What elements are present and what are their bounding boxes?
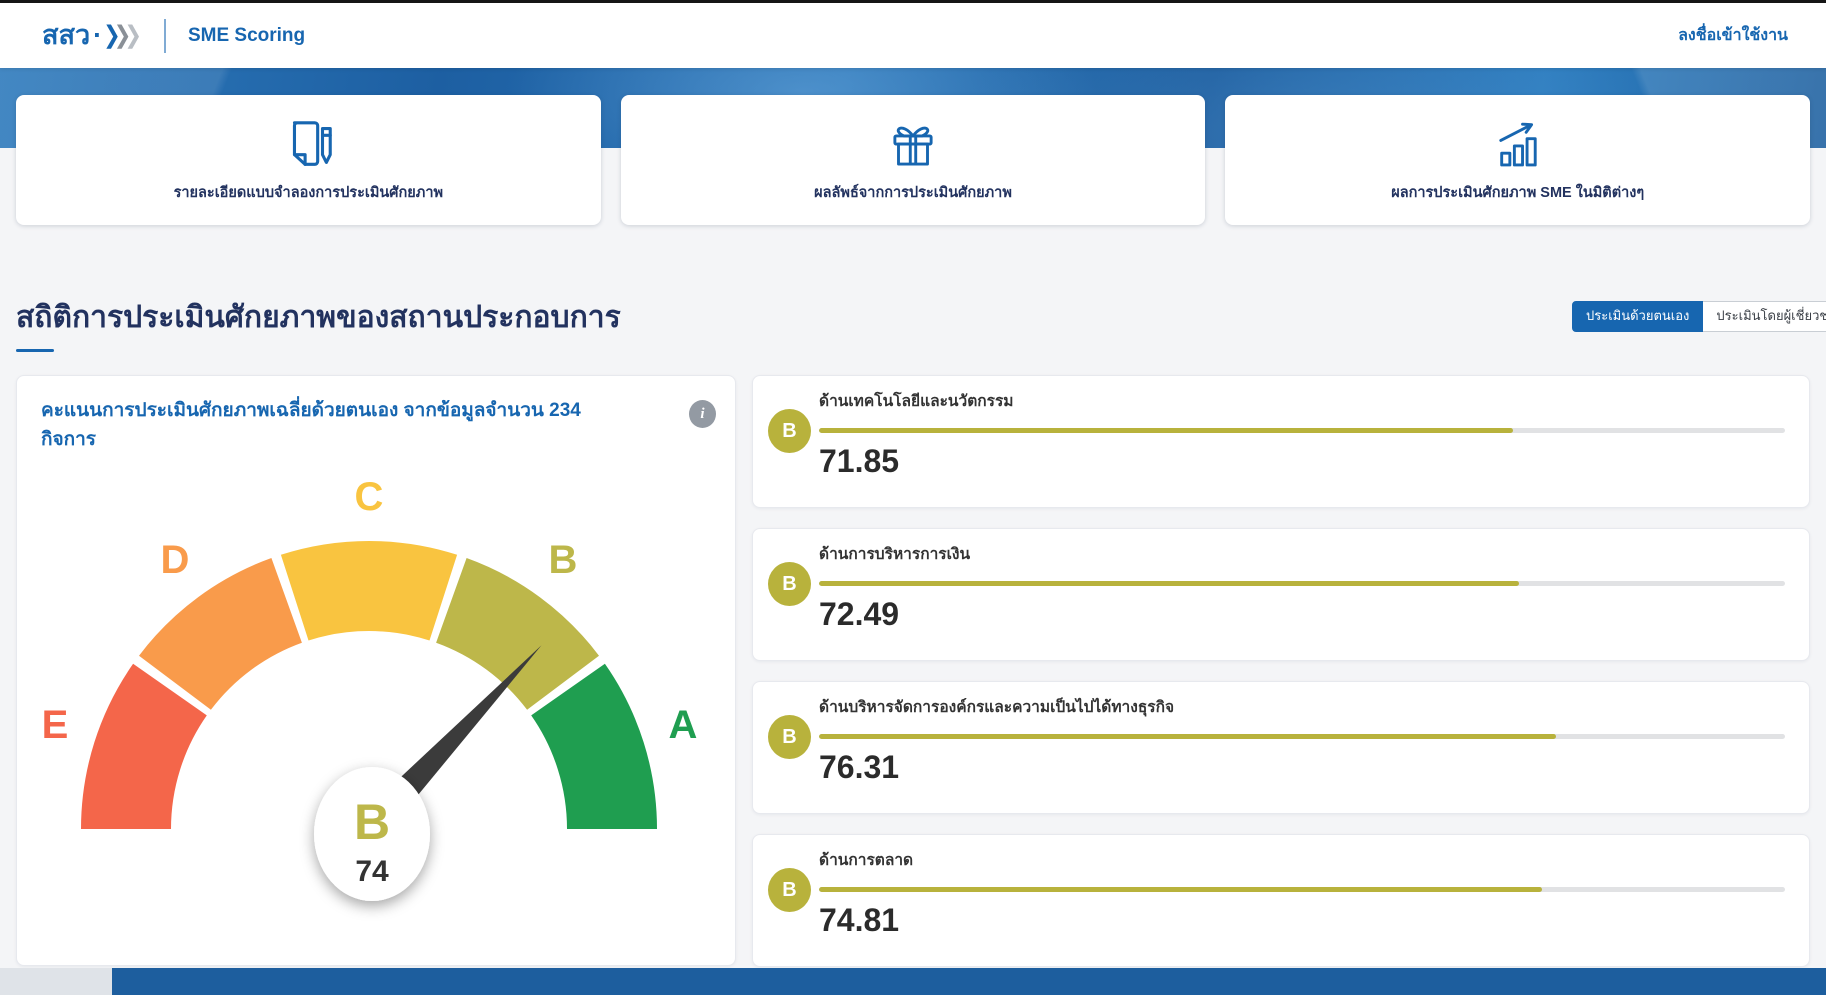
score-progress-track xyxy=(819,734,1785,739)
nav-card-assessment-results[interactable]: ผลลัพธ์จากการประเมินศักยภาพ xyxy=(621,95,1206,225)
score-progress-fill xyxy=(819,428,1513,433)
logo-chevron-icon: ❯ xyxy=(124,23,142,47)
nav-card-model-details[interactable]: รายละเอียดแบบจำลองการประเมินศักยภาพ xyxy=(16,95,601,225)
score-progress-track xyxy=(819,581,1785,586)
score-card: B ด้านเทคโนโลยีและนวัตกรรม 71.85 xyxy=(752,375,1810,508)
score-progress-fill xyxy=(819,734,1556,739)
app-title: SME Scoring xyxy=(188,25,305,47)
gauge-center-grade: B xyxy=(354,794,390,850)
osmep-logo[interactable]: สสว · ❯ ❯ ❯ xyxy=(42,22,142,49)
score-label: ด้านการบริหารการเงิน xyxy=(819,544,1785,566)
document-pencil-icon xyxy=(279,116,337,174)
logo-text: สสว xyxy=(42,22,90,49)
section-title-underline xyxy=(16,349,54,352)
grade-gauge-chart: B 74 xyxy=(69,529,669,949)
grade-badge: B xyxy=(768,409,811,453)
score-card-list: B ด้านเทคโนโลยีและนวัตกรรม 71.85 B ด้านก… xyxy=(752,375,1810,967)
score-card: B ด้านการตลาด 74.81 xyxy=(752,834,1810,967)
nav-card-row: รายละเอียดแบบจำลองการประเมินศักยภาพ ผลลั… xyxy=(16,95,1810,225)
grade-badge: B xyxy=(768,715,811,759)
toggle-self-assessment[interactable]: ประเมินด้วยตนเอง xyxy=(1572,301,1703,332)
grade-badge: B xyxy=(768,868,811,912)
footer-gap xyxy=(0,968,112,995)
score-label: ด้านบริหารจัดการองค์กรและความเป็นไปได้ทา… xyxy=(819,697,1785,719)
bar-chart-growth-icon xyxy=(1489,116,1547,174)
gauge-scale-label: C xyxy=(339,473,399,521)
score-label: ด้านเทคโนโลยีและนวัตกรรม xyxy=(819,391,1785,413)
score-label: ด้านการตลาด xyxy=(819,850,1785,872)
header: สสว · ❯ ❯ ❯ SME Scoring ลงชื่อเข้าใช้งาน xyxy=(0,3,1826,68)
score-card-body: ด้านบริหารจัดการองค์กรและความเป็นไปได้ทา… xyxy=(753,682,1809,787)
nav-card-label: รายละเอียดแบบจำลองการประเมินศักยภาพ xyxy=(174,183,443,205)
footer-strip xyxy=(0,968,1826,995)
gauge-panel: คะแนนการประเมินศักยภาพเฉลี่ยด้วยตนเอง จา… xyxy=(16,375,736,966)
score-card: B ด้านการบริหารการเงิน 72.49 xyxy=(752,528,1810,661)
toggle-expert-assessment[interactable]: ประเมินโดยผู้เชี่ยวชาญ xyxy=(1703,301,1826,332)
signin-link[interactable]: ลงชื่อเข้าใช้งาน xyxy=(1678,23,1788,48)
score-value: 72.49 xyxy=(819,595,1785,633)
header-divider xyxy=(164,19,166,53)
score-card-body: ด้านเทคโนโลยีและนวัตกรรม 71.85 xyxy=(753,376,1809,481)
gift-icon xyxy=(884,116,942,174)
nav-card-sme-dimensions[interactable]: ผลการประเมินศักยภาพ SME ในมิติต่างๆ xyxy=(1225,95,1810,225)
gauge-panel-title: คะแนนการประเมินศักยภาพเฉลี่ยด้วยตนเอง จา… xyxy=(41,397,601,454)
score-progress-fill xyxy=(819,887,1542,892)
score-progress-track xyxy=(819,428,1785,433)
grade-badge: B xyxy=(768,562,811,606)
score-progress-track xyxy=(819,887,1785,892)
logo-dot: · xyxy=(93,22,102,49)
nav-card-label: ผลลัพธ์จากการประเมินศักยภาพ xyxy=(814,183,1012,205)
score-card-body: ด้านการบริหารการเงิน 72.49 xyxy=(753,529,1809,634)
section-title: สถิติการประเมินศักยภาพของสถานประกอบการ xyxy=(16,298,621,339)
nav-card-label: ผลการประเมินศักยภาพ SME ในมิติต่างๆ xyxy=(1391,183,1644,205)
score-card: B ด้านบริหารจัดการองค์กรและความเป็นไปได้… xyxy=(752,681,1810,814)
score-value: 76.31 xyxy=(819,748,1785,786)
window-top-strip xyxy=(0,0,1826,3)
gauge-center-value: 74 xyxy=(355,855,389,888)
score-progress-fill xyxy=(819,581,1519,586)
info-circle-icon[interactable]: i xyxy=(689,400,716,428)
score-value: 74.81 xyxy=(819,901,1785,939)
score-card-body: ด้านการตลาด 74.81 xyxy=(753,835,1809,940)
assessment-mode-toggle: ประเมินด้วยตนเอง ประเมินโดยผู้เชี่ยวชาญ xyxy=(1572,301,1826,332)
score-value: 71.85 xyxy=(819,442,1785,480)
gauge-segment xyxy=(281,541,457,641)
